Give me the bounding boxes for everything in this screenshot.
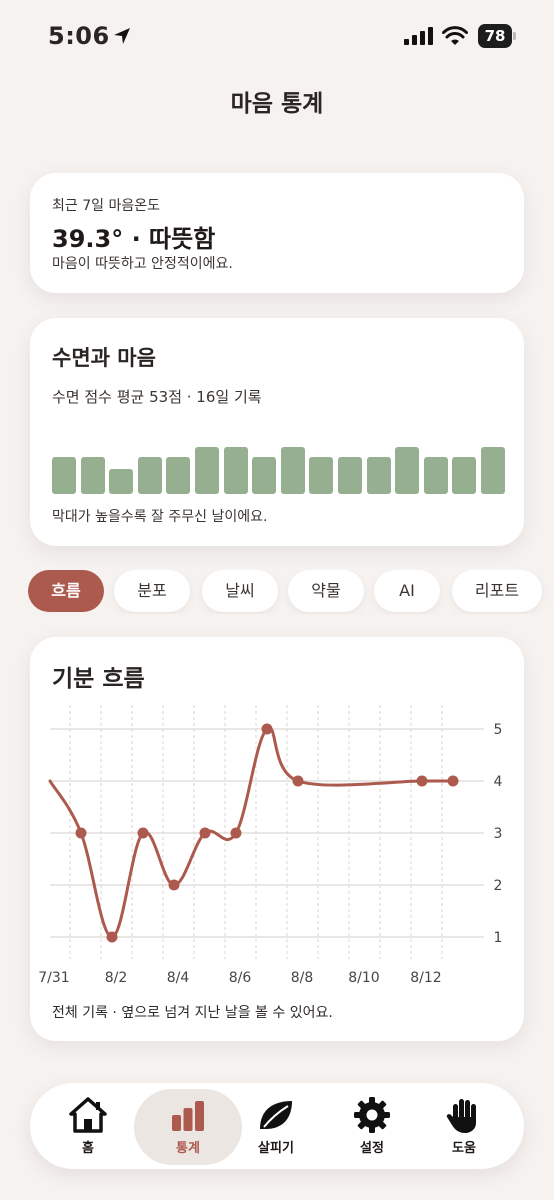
filter-chip-4[interactable]: AI xyxy=(374,570,440,612)
x-tick-label: 8/8 xyxy=(291,970,314,986)
mood-data-point[interactable] xyxy=(106,931,118,943)
nav-item-label: 설정 xyxy=(360,1141,384,1156)
battery-tip xyxy=(513,32,516,40)
nav-item-label: 통계 xyxy=(176,1141,200,1156)
sleep-bar xyxy=(137,457,162,494)
x-tick-label: 8/6 xyxy=(229,970,252,986)
sleep-bar xyxy=(395,447,420,494)
filter-chip-row: 흐름 분포 날씨 약물 AI 리포트 xyxy=(0,570,554,614)
x-tick-label: 8/10 xyxy=(348,970,379,986)
nav-item-label: 홈 xyxy=(82,1141,94,1156)
x-tick-label: 7/31 xyxy=(38,970,69,986)
mood-data-point[interactable] xyxy=(447,775,459,787)
sleep-bar xyxy=(80,457,105,494)
sleep-bar-chart xyxy=(52,438,505,494)
hand-icon xyxy=(444,1095,484,1135)
temperature-value: 39.3° · 따뜻함 xyxy=(52,225,216,253)
mood-data-point[interactable] xyxy=(292,775,304,787)
temperature-description: 마음이 따뜻하고 안정적이에요. xyxy=(52,256,233,272)
nav-item-label: 살피기 xyxy=(258,1141,294,1156)
sleep-bar xyxy=(223,447,248,494)
y-tick-label: 3 xyxy=(494,826,503,842)
sleep-bar xyxy=(452,457,477,494)
sleep-bar xyxy=(166,457,191,494)
mood-data-point[interactable] xyxy=(230,827,242,839)
mood-flow-card: 기분 흐름 1 2 3 4 5 7/31 8/2 8/4 8/6 8/8 8/10 8/12 전체 기… xyxy=(30,637,524,1041)
temperature-label: 최근 7일 마음온도 xyxy=(52,198,160,214)
sleep-card-title: 수면과 마음 xyxy=(52,346,156,370)
battery-level: 78 xyxy=(478,24,512,48)
status-bar: 5:06 78 xyxy=(0,0,554,72)
mood-data-point[interactable] xyxy=(416,775,428,787)
sleep-bar xyxy=(423,457,448,494)
sleep-note: 막대가 높을수록 잘 주무신 날이에요. xyxy=(52,509,268,525)
sleep-bar xyxy=(309,457,334,494)
y-tick-label: 5 xyxy=(494,722,503,738)
x-tick-label: 8/2 xyxy=(105,970,128,986)
mood-temperature-card: 최근 7일 마음온도 39.3° · 따뜻함 마음이 따뜻하고 안정적이에요. xyxy=(30,173,524,293)
filter-chip-1[interactable]: 분포 xyxy=(114,570,190,612)
y-tick-label: 1 xyxy=(494,930,503,946)
filter-chip-3[interactable]: 약물 xyxy=(288,570,364,612)
filter-chip-5[interactable]: 리포트 xyxy=(452,570,542,612)
battery-indicator: 78 xyxy=(478,24,518,48)
sleep-bar xyxy=(481,447,505,494)
cellular-signal-icon xyxy=(404,27,433,45)
sleep-bar xyxy=(252,457,277,494)
x-tick-label: 8/12 xyxy=(410,970,441,986)
nav-item-4[interactable]: 도움 xyxy=(416,1083,512,1169)
x-tick-label: 8/4 xyxy=(167,970,190,986)
sleep-bar xyxy=(52,457,76,494)
leaf-icon xyxy=(256,1095,296,1135)
nav-item-3[interactable]: 설정 xyxy=(324,1083,420,1169)
location-arrow-icon xyxy=(114,28,130,44)
chart-icon xyxy=(168,1095,208,1135)
mood-data-point[interactable] xyxy=(261,723,273,735)
bottom-nav: 홈 통계 살피기 설정 도움 xyxy=(30,1083,524,1169)
nav-item-1[interactable]: 통계 xyxy=(134,1083,242,1169)
wifi-icon xyxy=(442,26,468,45)
y-tick-label: 2 xyxy=(494,878,503,894)
nav-item-label: 도움 xyxy=(452,1141,476,1156)
sleep-bar xyxy=(109,469,134,494)
sleep-bar xyxy=(338,457,362,494)
sleep-bar xyxy=(195,447,219,494)
mood-data-point[interactable] xyxy=(75,827,87,839)
mood-data-point[interactable] xyxy=(168,879,180,891)
y-tick-label: 4 xyxy=(494,774,503,790)
sleep-bar xyxy=(280,447,305,494)
home-icon xyxy=(68,1095,108,1135)
page-title: 마음 통계 xyxy=(230,91,324,117)
filter-chip-0[interactable]: 흐름 xyxy=(28,570,104,612)
nav-item-0[interactable]: 홈 xyxy=(40,1083,136,1169)
nav-item-2[interactable]: 살피기 xyxy=(228,1083,324,1169)
sleep-mood-card: 수면과 마음 수면 점수 평균 53점 · 16일 기록 막대가 높을수록 잘 … xyxy=(30,318,524,546)
gear-icon xyxy=(352,1095,392,1135)
mood-data-point[interactable] xyxy=(199,827,211,839)
mood-data-point[interactable] xyxy=(137,827,149,839)
sleep-summary: 수면 점수 평균 53점 · 16일 기록 xyxy=(52,388,262,406)
filter-chip-2[interactable]: 날씨 xyxy=(202,570,278,612)
sleep-bar xyxy=(366,457,391,494)
status-time: 5:06 xyxy=(48,22,110,50)
mood-line-chart[interactable]: 1 2 3 4 5 7/31 8/2 8/4 8/6 8/8 8/10 8/12 xyxy=(30,637,524,997)
mood-chart-footer: 전체 기록 · 옆으로 넘겨 지난 날을 볼 수 있어요. xyxy=(52,1005,333,1021)
